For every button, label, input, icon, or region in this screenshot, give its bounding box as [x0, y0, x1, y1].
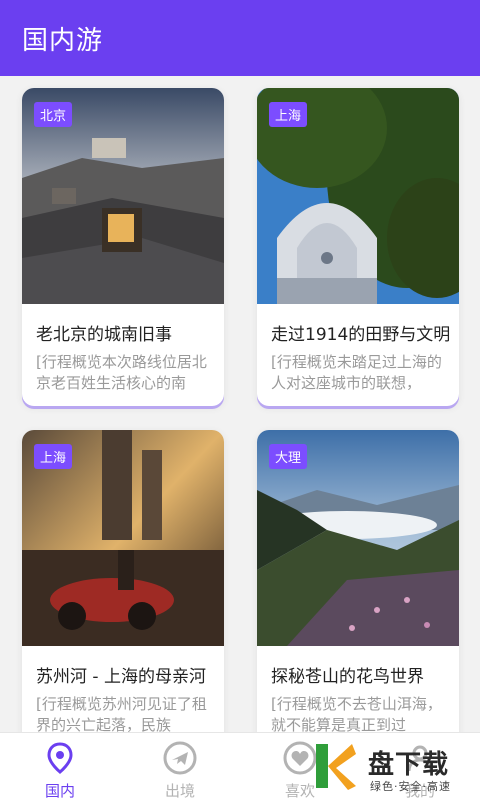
city-tag: 北京 [34, 102, 73, 127]
tab-label: 国内 [44, 782, 75, 800]
trip-card[interactable]: 上海 苏州河 - 上海的母亲河 [行程概览苏州河见证了租界的兴亡起落，民族 [22, 430, 224, 732]
card-image: 上海 [257, 88, 459, 304]
trip-card[interactable]: 大理 探秘苍山的花鸟世界 [行程概览不去苍山洱海，就不能算是真正到过 [257, 430, 459, 732]
card-title: 老北京的城南旧事 [36, 325, 172, 345]
city-tag: 大理 [269, 444, 308, 469]
tab-outbound[interactable]: 出境 [120, 733, 240, 800]
trip-card[interactable]: 上海 走过1914的田野与文明 [行程概览未踏足过上海的人对这座城市的联想， [257, 88, 459, 406]
page-title: 国内游 [22, 26, 104, 56]
card-title: 探秘苍山的花鸟世界 [271, 667, 424, 687]
watermark-k-icon [316, 744, 356, 790]
card-description: [行程概览未踏足过上海的人对这座城市的联想， [271, 353, 442, 392]
card-grid[interactable]: 北京 老北京的城南旧事 [行程概览本次路线位居北京老百姓生活核心的南 上海 走过… [0, 76, 480, 732]
airplane-icon [163, 741, 197, 775]
app-bar: 国内游 [0, 0, 480, 76]
tab-label: 出境 [164, 782, 195, 800]
card-description: [行程概览本次路线位居北京老百姓生活核心的南 [36, 353, 207, 392]
card-title: 走过1914的田野与文明 [271, 325, 451, 345]
watermark-brand: 盘下载 [368, 750, 450, 780]
city-tag: 上海 [269, 102, 308, 127]
card-description: [行程概览苏州河见证了租界的兴亡起落，民族 [36, 695, 207, 732]
card-description: [行程概览不去苍山洱海，就不能算是真正到过 [271, 695, 442, 732]
card-image: 北京 [22, 88, 224, 304]
city-tag: 上海 [34, 444, 73, 469]
watermark-tagline: 绿色·安全·高速 [370, 780, 451, 793]
card-image: 大理 [257, 430, 459, 646]
card-image: 上海 [22, 430, 224, 646]
tab-domestic[interactable]: 国内 [0, 733, 120, 800]
location-pin-icon [47, 742, 73, 774]
card-title: 苏州河 - 上海的母亲河 [36, 667, 206, 687]
watermark-logo: 盘下载 绿色·安全·高速 [306, 738, 480, 800]
trip-card[interactable]: 北京 老北京的城南旧事 [行程概览本次路线位居北京老百姓生活核心的南 [22, 88, 224, 406]
